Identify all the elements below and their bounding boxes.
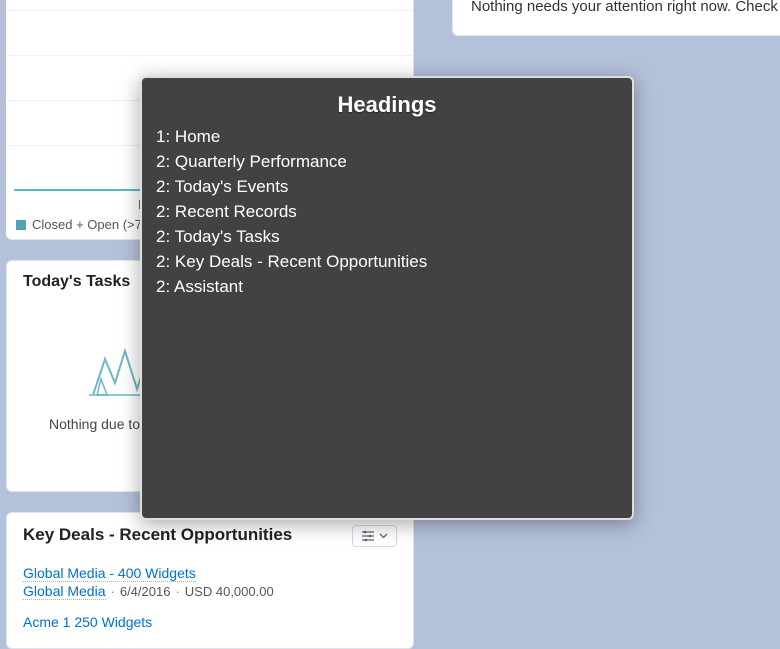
deal-amount: USD 40,000.00 <box>185 584 274 599</box>
deal-date: 6/4/2016 <box>120 584 171 599</box>
chevron-down-icon <box>379 533 388 539</box>
key-deals-card: Key Deals - Recent Opportunities Global … <box>6 512 414 649</box>
legend-swatch <box>16 220 26 230</box>
deals-settings-button[interactable] <box>352 525 397 547</box>
deals-title: Key Deals - Recent Opportunities <box>23 525 292 545</box>
legend-label: Closed + Open (>70 <box>32 217 149 232</box>
deal-item: Acme 1 250 Widgets <box>23 614 397 630</box>
heading-item[interactable]: 2: Recent Records <box>156 199 618 224</box>
meta-separator: · <box>111 584 115 599</box>
heading-item[interactable]: 2: Today's Tasks <box>156 224 618 249</box>
headings-list: 1: Home 2: Quarterly Performance 2: Toda… <box>156 124 618 299</box>
tasks-empty-text: Nothing due too <box>49 416 148 432</box>
deal-account-link[interactable]: Global Media <box>23 583 106 600</box>
chart-legend: Closed + Open (>70 <box>16 217 149 232</box>
right-column: Nothing needs your attention right now. … <box>440 0 780 36</box>
assistant-empty-text: Nothing needs your attention right now. … <box>471 0 780 15</box>
heading-item[interactable]: 2: Assistant <box>156 274 618 299</box>
meta-separator: · <box>175 584 179 599</box>
heading-item[interactable]: 2: Today's Events <box>156 174 618 199</box>
deals-header: Key Deals - Recent Opportunities <box>23 525 397 547</box>
deal-opportunity-link[interactable]: Acme 1 250 Widgets <box>23 614 152 630</box>
deal-opportunity-link[interactable]: Global Media - 400 Widgets <box>23 565 196 582</box>
heading-item[interactable]: 2: Quarterly Performance <box>156 149 618 174</box>
heading-item[interactable]: 1: Home <box>156 124 618 149</box>
settings-icon <box>361 530 375 542</box>
headings-overlay-title: Headings <box>156 92 618 118</box>
heading-item[interactable]: 2: Key Deals - Recent Opportunities <box>156 249 618 274</box>
headings-rotor-overlay[interactable]: Headings 1: Home 2: Quarterly Performanc… <box>140 76 634 520</box>
assistant-card: Nothing needs your attention right now. … <box>452 0 780 36</box>
deal-item: Global Media - 400 Widgets Global Media … <box>23 565 397 600</box>
tasks-empty-illustration <box>87 339 147 397</box>
deal-meta: Global Media · 6/4/2016 · USD 40,000.00 <box>23 583 397 600</box>
